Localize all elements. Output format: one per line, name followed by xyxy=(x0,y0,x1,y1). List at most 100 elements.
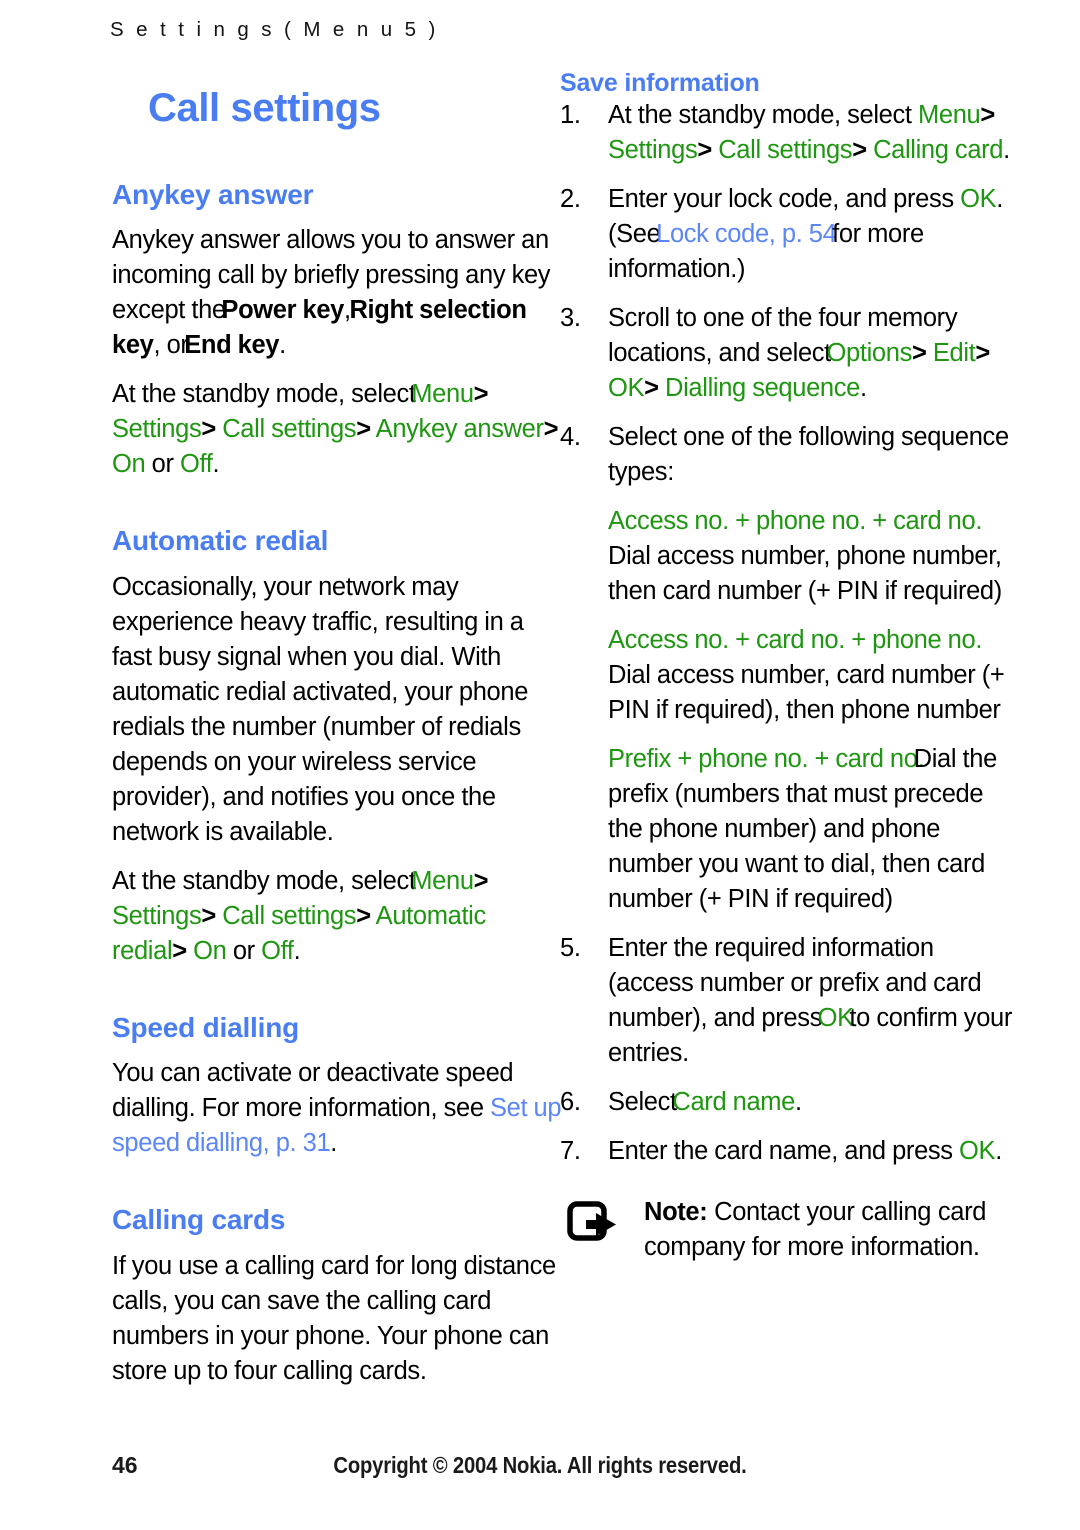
text-run: Enter the card name, and press xyxy=(608,1137,960,1166)
automatic-redial-paragraph: Occasionally, your network may experienc… xyxy=(112,572,529,846)
ui-path-settings: Settings xyxy=(112,415,202,444)
ui-path-edit: Edit xyxy=(932,339,976,368)
text-run: Enter your lock code, and press xyxy=(608,185,961,214)
note-arrow-icon xyxy=(566,1200,622,1246)
ui-path-call-settings: Call settings xyxy=(718,136,853,165)
ui-path-menu: Menu xyxy=(411,866,474,895)
path-separator: > xyxy=(356,901,371,930)
ui-path-dialling-sequence: Dialling sequence xyxy=(665,374,860,403)
text-run: At the standby mode, select xyxy=(112,380,422,409)
section-heading-speed-dialling: Speed dialling xyxy=(112,1011,300,1043)
text-run: At the standby mode, select xyxy=(608,101,918,130)
ui-path-calling-card: Calling card xyxy=(873,136,1004,165)
text-run: . xyxy=(212,450,220,479)
ui-path-call-settings: Call settings xyxy=(222,901,357,930)
chapter-title: Call settings xyxy=(148,86,381,130)
path-separator: > xyxy=(172,936,187,965)
step-2: 2. Enter your lock code, and press OK. (S… xyxy=(560,182,1015,287)
sequence-type-3: Prefix + phone no. + card no.Dial the pr… xyxy=(608,742,1015,917)
anykey-answer-path-paragraph: At the standby mode, select Menu> Settin… xyxy=(112,377,567,482)
step-number: 3. xyxy=(560,304,581,333)
step-3: 3. Scroll to one of the four memory locat… xyxy=(560,301,1015,406)
subheading-save-information: Save information xyxy=(560,69,760,97)
text-run: . xyxy=(995,1137,1002,1166)
ui-path-options: Options xyxy=(826,339,913,368)
ui-path-call-settings: Call settings xyxy=(222,415,357,444)
cross-reference-page[interactable]: , p. 31 xyxy=(263,1129,331,1157)
page-footer: 46 Copyright © 2004 Nokia. All rights re… xyxy=(0,1452,1080,1492)
text-run: . xyxy=(1003,136,1010,165)
sequence-type-2: Access no. + card no. + phone no. Dial a… xyxy=(608,623,1015,728)
path-separator: > xyxy=(473,380,489,409)
ui-path-menu: Menu xyxy=(411,380,474,409)
path-separator: > xyxy=(644,374,659,403)
ui-menu-card-name: Card name xyxy=(672,1088,795,1117)
path-separator: > xyxy=(980,101,995,130)
automatic-redial-path-paragraph: At the standby mode, select Menu> Settin… xyxy=(112,864,567,969)
text-run: You can activate or deactivate speed dia… xyxy=(112,1059,514,1123)
section-heading-automatic-redial: Automatic redial xyxy=(112,525,329,557)
ui-path-settings: Settings xyxy=(608,136,698,165)
path-separator: > xyxy=(356,415,371,444)
step-number: 5. xyxy=(560,934,581,963)
note-label: Note: xyxy=(644,1198,708,1227)
key-power: Power key xyxy=(221,296,345,325)
section-heading-calling-cards: Calling cards xyxy=(112,1204,286,1236)
step-6: 6. Select Card name. xyxy=(560,1085,1015,1120)
step-number: 7. xyxy=(560,1137,581,1166)
sequence-type-label: Prefix + phone no. + card no. xyxy=(608,745,925,774)
save-information-steps: 1. At the standby mode, select Menu> Sett… xyxy=(560,98,1015,1169)
left-column: Call settings Anykey answer Anykey answe… xyxy=(112,70,567,1389)
path-separator: > xyxy=(201,901,216,930)
ui-option-off: Off xyxy=(179,450,213,479)
path-separator: > xyxy=(852,136,867,165)
ui-path-settings: Settings xyxy=(112,901,202,930)
text-run: . xyxy=(330,1129,338,1158)
section-heading-anykey-answer: Anykey answer xyxy=(112,179,314,210)
step-number: 4. xyxy=(560,423,581,452)
sequence-type-description: Dial access number, phone number, then c… xyxy=(608,542,1002,606)
speed-dialling-paragraph: You can activate or deactivate speed dia… xyxy=(112,1056,567,1161)
note-block: Note: Contact your calling card company … xyxy=(560,1195,1015,1265)
sequence-type-description: Dial access number, card number (+ PIN i… xyxy=(608,661,1005,725)
step-1: 1. At the standby mode, select Menu> Sett… xyxy=(560,98,1015,168)
cross-reference-lock-code[interactable]: Lock code, p. 54 xyxy=(656,220,837,248)
step-number: 2. xyxy=(560,185,581,214)
step-5: 5. Enter the required information (access… xyxy=(560,931,1015,1071)
text-run: . xyxy=(795,1088,802,1117)
path-separator: > xyxy=(911,339,927,368)
text-run: Select one of the following sequence typ… xyxy=(608,423,1009,487)
step-7: 7. Enter the card name, and press OK. xyxy=(560,1134,1015,1169)
text-run: or xyxy=(226,936,262,965)
step-number: 1. xyxy=(560,101,581,130)
sequence-type-label: Access no. + phone no. + card no. xyxy=(608,507,983,536)
path-separator: > xyxy=(697,136,712,165)
step-number: 6. xyxy=(560,1088,581,1117)
text-run: . xyxy=(279,331,286,360)
note-text: Note: Contact your calling card company … xyxy=(644,1198,986,1261)
text-run: At the standby mode, select xyxy=(112,866,422,895)
calling-cards-paragraph: If you use a calling card for long dista… xyxy=(112,1251,556,1385)
sequence-type-label: Access no. + card no. + phone no. xyxy=(608,626,983,655)
step-4: 4. Select one of the following sequence t… xyxy=(560,420,1015,917)
ui-option-off: Off xyxy=(261,936,294,965)
ui-path-anykey-answer: Anykey answer xyxy=(375,415,544,444)
ui-key-ok: OK xyxy=(960,185,997,214)
text-run: . xyxy=(860,374,867,403)
running-header: S e t t i n g s ( M e n u 5 ) xyxy=(110,18,439,41)
path-separator: > xyxy=(473,866,489,895)
ui-option-on: On xyxy=(193,936,227,965)
right-column: Save information 1. At the standby mode, … xyxy=(560,70,1015,1265)
ui-option-on: On xyxy=(112,450,146,479)
ui-path-ok: OK xyxy=(608,374,645,403)
path-separator: > xyxy=(201,415,216,444)
copyright-notice: Copyright © 2004 Nokia. All rights reser… xyxy=(333,1452,747,1478)
ui-key-ok: OK xyxy=(959,1137,996,1166)
anykey-answer-paragraph: Anykey answer allows you to answer an in… xyxy=(112,223,567,363)
sequence-type-1: Access no. + phone no. + card no. Dial a… xyxy=(608,504,1015,609)
page-columns: Call settings Anykey answer Anykey answe… xyxy=(0,70,1080,1440)
text-run: or xyxy=(145,450,180,479)
path-separator: > xyxy=(975,339,990,368)
ui-path-menu: Menu xyxy=(917,101,981,130)
path-separator: > xyxy=(543,415,559,444)
